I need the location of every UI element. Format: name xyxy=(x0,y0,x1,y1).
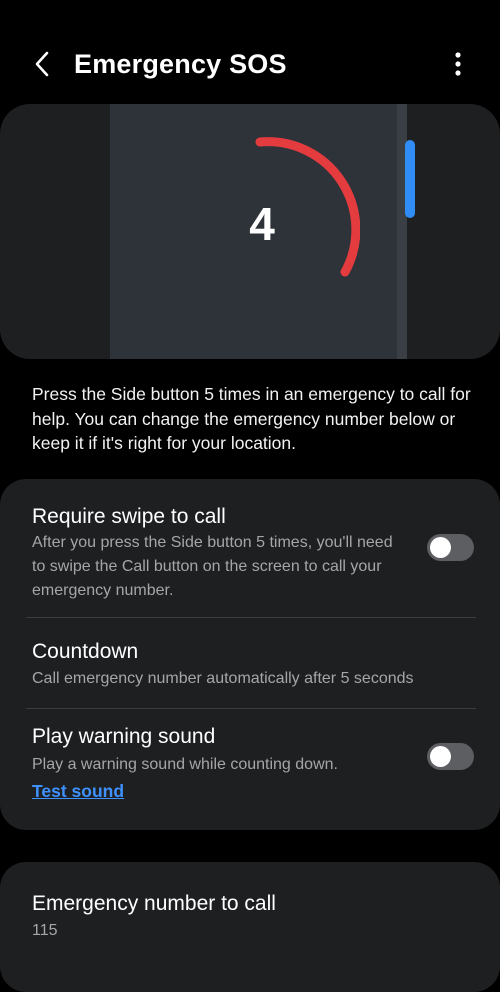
header-bar: Emergency SOS xyxy=(0,0,500,110)
toggle-knob xyxy=(430,537,451,558)
sos-illustration: 4 xyxy=(0,104,500,359)
countdown-title: Countdown xyxy=(32,640,139,663)
require-swipe-subtitle: After you press the Side button 5 times,… xyxy=(32,534,393,599)
require-swipe-row[interactable]: Require swipe to call After you press th… xyxy=(0,479,500,617)
countdown-subtitle: Call emergency number automatically afte… xyxy=(32,670,414,687)
test-sound-link[interactable]: Test sound xyxy=(32,779,124,803)
more-options-button[interactable] xyxy=(440,44,476,84)
toggle-knob xyxy=(430,746,451,767)
countdown-row[interactable]: Countdown Call emergency number automati… xyxy=(0,618,500,708)
emergency-number-row[interactable]: Emergency number to call 115 xyxy=(0,862,500,992)
more-vertical-icon xyxy=(455,52,461,76)
back-chevron-icon xyxy=(35,51,49,77)
require-swipe-toggle[interactable] xyxy=(427,534,474,561)
countdown-number: 4 xyxy=(249,198,275,250)
warning-sound-toggle[interactable] xyxy=(427,743,474,770)
settings-card: Require swipe to call After you press th… xyxy=(0,479,500,830)
emergency-number-title: Emergency number to call xyxy=(32,892,276,915)
warning-sound-subtitle: Play a warning sound while counting down… xyxy=(32,756,338,773)
feature-description: Press the Side button 5 times in an emer… xyxy=(32,384,471,453)
emergency-number-value: 115 xyxy=(32,922,58,939)
side-button-highlight xyxy=(405,140,415,218)
warning-sound-title: Play warning sound xyxy=(32,725,216,748)
require-swipe-title: Require swipe to call xyxy=(32,505,226,528)
page-title: Emergency SOS xyxy=(74,49,287,79)
back-button[interactable] xyxy=(24,44,60,84)
warning-sound-row[interactable]: Play warning sound Play a warning sound … xyxy=(0,709,500,830)
